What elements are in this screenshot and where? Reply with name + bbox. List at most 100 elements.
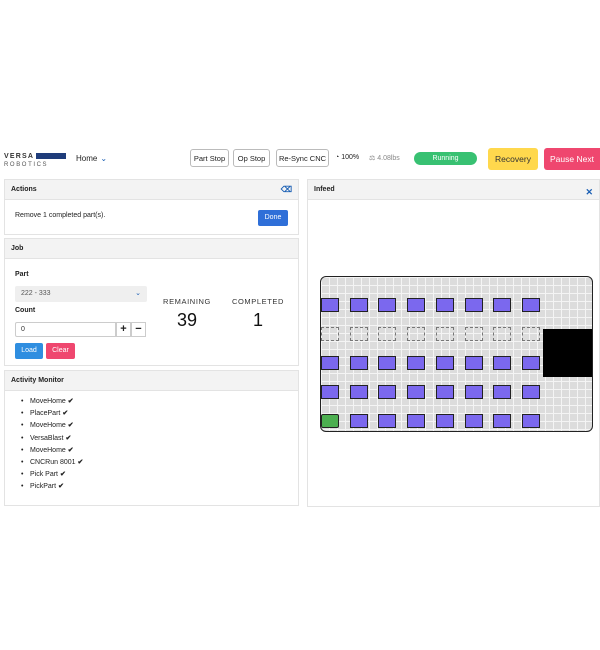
part-slot[interactable] bbox=[321, 356, 339, 370]
part-slot[interactable] bbox=[464, 298, 483, 312]
versabuilt-logo: VERSA ROBOTICS bbox=[4, 153, 68, 169]
part-slot[interactable] bbox=[521, 385, 540, 399]
part-slot[interactable] bbox=[407, 327, 426, 341]
part-slot[interactable] bbox=[521, 356, 540, 370]
actions-title: Actions bbox=[11, 186, 37, 193]
activity-list: MoveHome✔ PlacePart✔ MoveHome✔ VersaBlas… bbox=[21, 396, 83, 494]
speedometer-icon: ◔ bbox=[335, 154, 340, 161]
status-badge: Running bbox=[414, 152, 477, 165]
increment-button[interactable]: + bbox=[116, 322, 131, 337]
list-item: CNCRun 8001✔ bbox=[21, 457, 83, 469]
completed-label: COMPLETED bbox=[231, 297, 285, 306]
part-slot[interactable] bbox=[435, 327, 454, 341]
part-select[interactable]: 222 - 333 ⌄ bbox=[15, 286, 147, 302]
actions-panel: Actions ⌫ Remove 1 completed part(s). Do… bbox=[4, 179, 299, 235]
infeed-title: Infeed bbox=[314, 186, 335, 193]
list-item: MoveHome✔ bbox=[21, 420, 83, 432]
part-slot[interactable] bbox=[493, 298, 512, 312]
part-slot[interactable] bbox=[464, 385, 483, 399]
load-button[interactable]: Load bbox=[15, 343, 43, 359]
activity-monitor-panel: Activity Monitor MoveHome✔ PlacePart✔ Mo… bbox=[4, 370, 299, 506]
part-slot[interactable] bbox=[349, 298, 368, 312]
list-item: PickPart✔ bbox=[21, 481, 83, 493]
checkmark-icon: ✔ bbox=[62, 410, 69, 418]
list-item: Pick Part✔ bbox=[21, 469, 83, 481]
part-slot[interactable] bbox=[521, 327, 540, 341]
part-slot[interactable] bbox=[493, 356, 512, 370]
part-slot[interactable] bbox=[407, 385, 426, 399]
part-slot[interactable] bbox=[378, 385, 397, 399]
decrement-button[interactable]: − bbox=[131, 322, 146, 337]
checkmark-icon: ✔ bbox=[77, 458, 84, 466]
part-slot[interactable] bbox=[321, 414, 339, 428]
checkmark-icon: ✔ bbox=[60, 471, 66, 479]
list-item: MoveHome✔ bbox=[21, 396, 83, 408]
pause-next-button[interactable]: Pause Next bbox=[544, 148, 600, 170]
part-slot[interactable] bbox=[349, 414, 368, 428]
activity-monitor-header: Activity Monitor bbox=[5, 371, 298, 391]
part-slot[interactable] bbox=[521, 298, 540, 312]
job-panel: Job Part 222 - 333 ⌄ Count 0 + − Load Cl… bbox=[4, 238, 299, 366]
infeed-panel: Infeed ✕ bbox=[307, 179, 600, 507]
top-bar: VERSA ROBOTICS Home ⌄ Part Stop Op Stop R… bbox=[0, 145, 600, 175]
part-slot[interactable] bbox=[521, 414, 540, 428]
part-slot[interactable] bbox=[493, 414, 512, 428]
part-slot[interactable] bbox=[407, 414, 426, 428]
completed-value: 1 bbox=[252, 310, 263, 330]
home-label: Home bbox=[76, 154, 98, 163]
checkmark-icon: ✔ bbox=[67, 398, 74, 405]
fixture-block bbox=[543, 329, 592, 377]
count-input[interactable]: 0 bbox=[15, 322, 116, 337]
checkmark-icon: ✔ bbox=[65, 434, 72, 442]
collapse-icon[interactable]: ✕ bbox=[585, 183, 593, 202]
part-label: Part bbox=[15, 271, 29, 278]
weight-value: 4.08lbs bbox=[377, 155, 400, 162]
part-slot[interactable] bbox=[435, 385, 454, 399]
speed-indicator: ◔ 100% bbox=[335, 154, 359, 161]
count-label: Count bbox=[15, 307, 36, 314]
checkmark-icon: ✔ bbox=[67, 422, 74, 430]
list-item: MoveHome✔ bbox=[21, 445, 83, 457]
part-slot[interactable] bbox=[464, 356, 483, 370]
part-slot[interactable] bbox=[464, 327, 483, 341]
part-slot[interactable] bbox=[378, 327, 397, 341]
checkmark-icon: ✔ bbox=[58, 483, 64, 491]
part-slot[interactable] bbox=[349, 356, 368, 370]
op-stop-button[interactable]: Op Stop bbox=[233, 149, 270, 167]
logo-top-text: VERSA bbox=[4, 153, 35, 160]
part-slot[interactable] bbox=[407, 298, 426, 312]
part-slot[interactable] bbox=[321, 385, 339, 399]
part-slot[interactable] bbox=[493, 327, 512, 341]
done-button[interactable]: Done bbox=[258, 210, 288, 226]
actions-header: Actions ⌫ bbox=[5, 180, 298, 200]
speed-value: 100% bbox=[341, 154, 360, 161]
part-slot[interactable] bbox=[321, 298, 339, 312]
weight-icon: ⚖ bbox=[369, 155, 376, 162]
infeed-table bbox=[320, 276, 593, 432]
part-slot[interactable] bbox=[321, 327, 339, 341]
chevron-down-icon: ⌄ bbox=[135, 290, 141, 297]
part-slot[interactable] bbox=[435, 356, 454, 370]
home-menu[interactable]: Home ⌄ bbox=[76, 154, 107, 163]
recovery-button[interactable]: Recovery bbox=[488, 148, 538, 170]
part-slot[interactable] bbox=[378, 356, 397, 370]
part-slot[interactable] bbox=[378, 298, 397, 312]
resync-cnc-button[interactable]: Re-Sync CNC bbox=[276, 149, 329, 167]
remaining-value: 39 bbox=[176, 310, 198, 330]
part-stop-button[interactable]: Part Stop bbox=[190, 149, 229, 167]
remaining-label: REMAINING bbox=[163, 297, 211, 306]
part-slot[interactable] bbox=[435, 414, 454, 428]
logo-bottom-text: ROBOTICS bbox=[4, 162, 49, 168]
clear-button[interactable]: Clear bbox=[46, 343, 75, 359]
list-item: PlacePart✔ bbox=[21, 408, 83, 420]
part-slot[interactable] bbox=[464, 414, 483, 428]
part-slot[interactable] bbox=[349, 385, 368, 399]
eraser-icon[interactable]: ⌫ bbox=[281, 180, 292, 199]
part-slot[interactable] bbox=[407, 356, 426, 370]
part-slot[interactable] bbox=[349, 327, 368, 341]
part-slot[interactable] bbox=[435, 298, 454, 312]
part-slot[interactable] bbox=[493, 385, 512, 399]
chevron-down-icon: ⌄ bbox=[100, 154, 108, 163]
part-select-value: 222 - 333 bbox=[21, 290, 51, 297]
part-slot[interactable] bbox=[378, 414, 397, 428]
